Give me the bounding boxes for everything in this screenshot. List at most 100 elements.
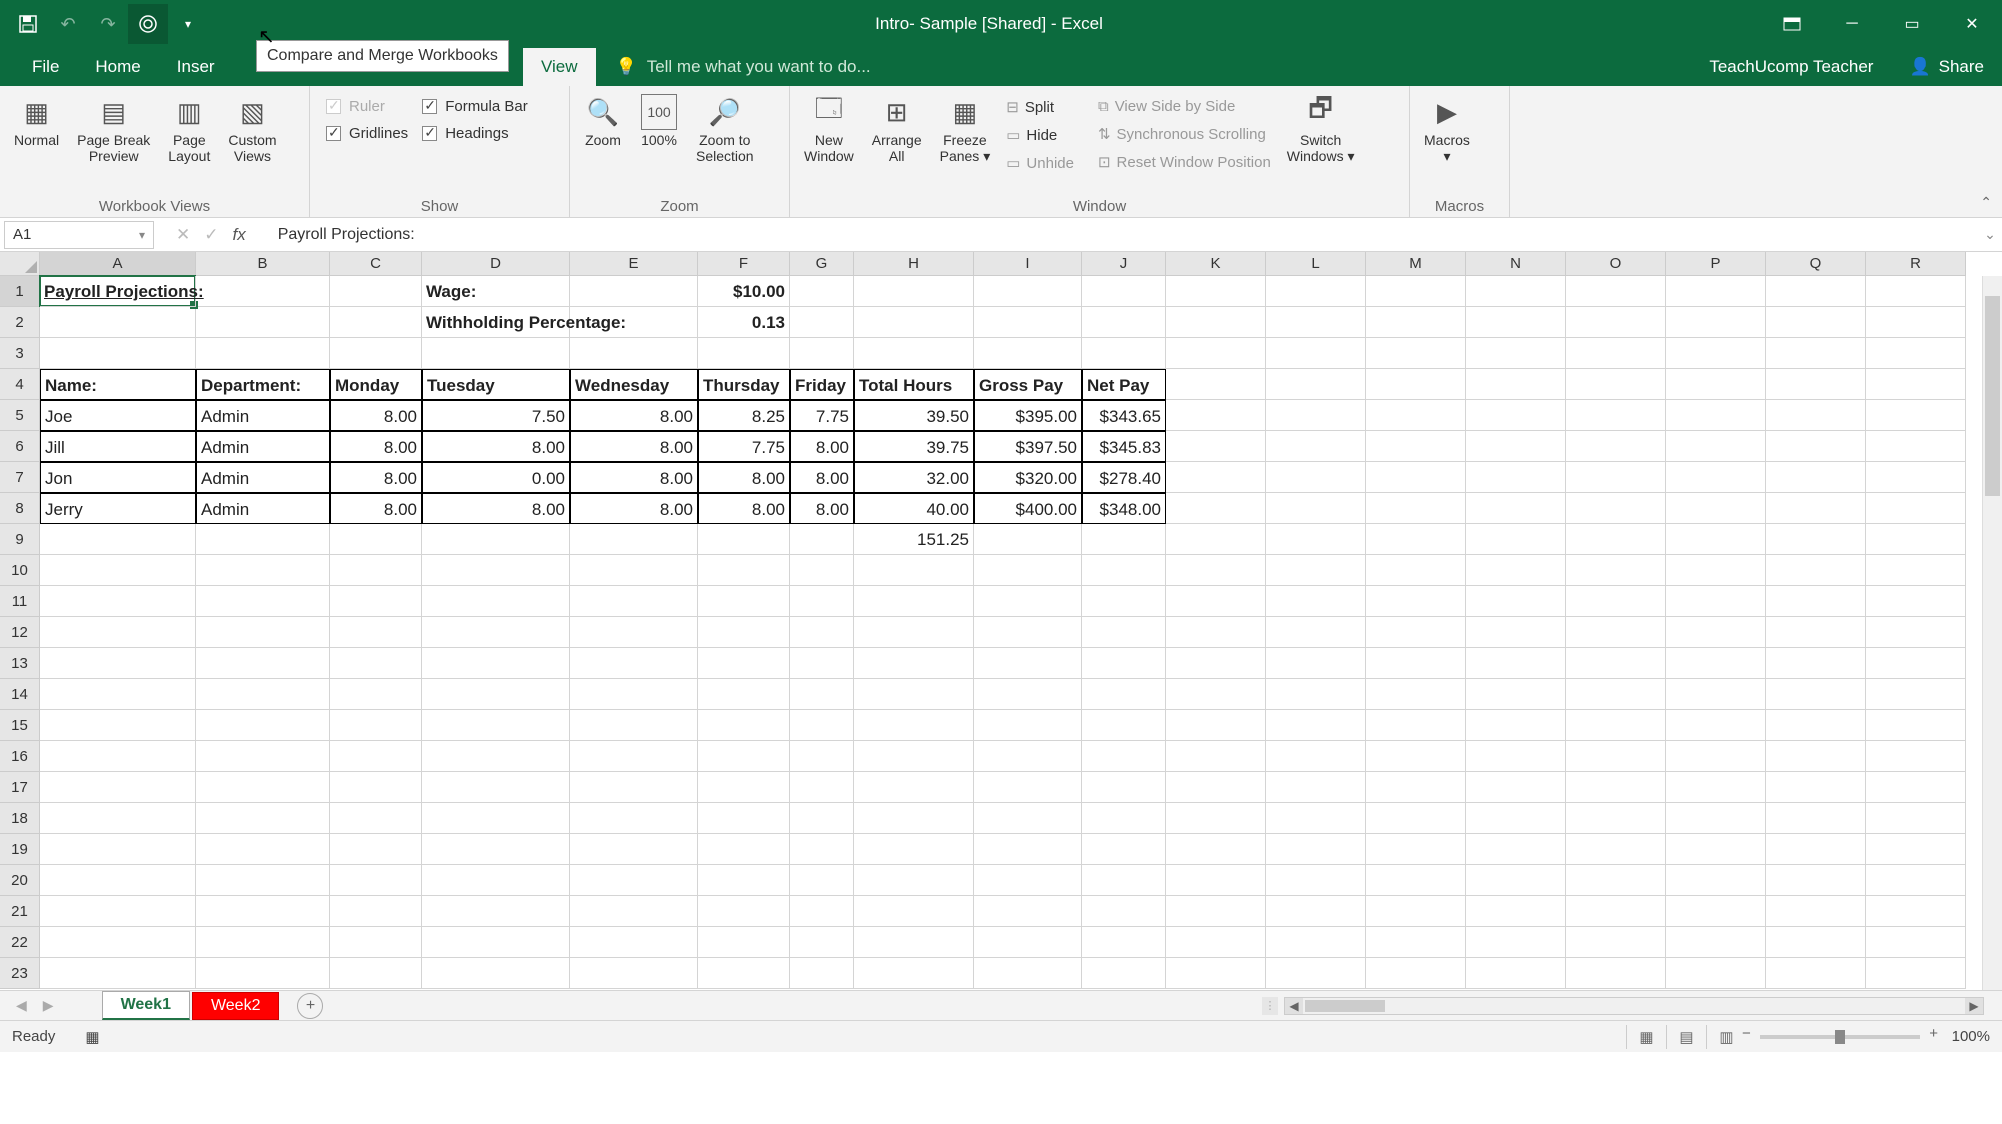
- cell-H17[interactable]: [854, 772, 974, 803]
- cell-K10[interactable]: [1166, 555, 1266, 586]
- cell-C3[interactable]: [330, 338, 422, 369]
- cell-O1[interactable]: [1566, 276, 1666, 307]
- cell-L7[interactable]: [1266, 462, 1366, 493]
- cell-D22[interactable]: [422, 927, 570, 958]
- cell-G11[interactable]: [790, 586, 854, 617]
- cell-P17[interactable]: [1666, 772, 1766, 803]
- cell-B8[interactable]: Admin: [196, 493, 330, 524]
- cell-N16[interactable]: [1466, 741, 1566, 772]
- cell-J4[interactable]: Net Pay: [1082, 369, 1166, 400]
- cell-I10[interactable]: [974, 555, 1082, 586]
- cell-F6[interactable]: 7.75: [698, 431, 790, 462]
- cell-E1[interactable]: [570, 276, 698, 307]
- row-header-1[interactable]: 1: [0, 276, 40, 307]
- cell-M6[interactable]: [1366, 431, 1466, 462]
- formula-input[interactable]: Payroll Projections:: [268, 226, 1978, 244]
- cell-G3[interactable]: [790, 338, 854, 369]
- cell-D10[interactable]: [422, 555, 570, 586]
- name-box[interactable]: A1▾: [4, 221, 154, 249]
- cell-D18[interactable]: [422, 803, 570, 834]
- cell-E8[interactable]: 8.00: [570, 493, 698, 524]
- cell-I14[interactable]: [974, 679, 1082, 710]
- cell-P11[interactable]: [1666, 586, 1766, 617]
- compare-merge-icon[interactable]: [128, 4, 168, 44]
- cell-E6[interactable]: 8.00: [570, 431, 698, 462]
- cell-K23[interactable]: [1166, 958, 1266, 989]
- cell-R14[interactable]: [1866, 679, 1966, 710]
- cell-H22[interactable]: [854, 927, 974, 958]
- cell-G20[interactable]: [790, 865, 854, 896]
- zoom-percent[interactable]: 100%: [1934, 1028, 1990, 1045]
- cell-G13[interactable]: [790, 648, 854, 679]
- cell-C12[interactable]: [330, 617, 422, 648]
- cell-Q12[interactable]: [1766, 617, 1866, 648]
- cell-M10[interactable]: [1366, 555, 1466, 586]
- cell-F4[interactable]: Thursday: [698, 369, 790, 400]
- cell-C9[interactable]: [330, 524, 422, 555]
- cell-L11[interactable]: [1266, 586, 1366, 617]
- cell-Q3[interactable]: [1766, 338, 1866, 369]
- cell-O10[interactable]: [1566, 555, 1666, 586]
- cell-E3[interactable]: [570, 338, 698, 369]
- cell-R10[interactable]: [1866, 555, 1966, 586]
- cell-I12[interactable]: [974, 617, 1082, 648]
- pagebreak-icon-status[interactable]: ▥: [1706, 1025, 1746, 1049]
- cell-C11[interactable]: [330, 586, 422, 617]
- split-button[interactable]: ⊟Split: [1002, 96, 1078, 118]
- cell-K15[interactable]: [1166, 710, 1266, 741]
- cell-G15[interactable]: [790, 710, 854, 741]
- cell-E11[interactable]: [570, 586, 698, 617]
- cell-J23[interactable]: [1082, 958, 1166, 989]
- column-header-I[interactable]: I: [974, 252, 1082, 276]
- cell-I9[interactable]: [974, 524, 1082, 555]
- cell-P4[interactable]: [1666, 369, 1766, 400]
- cell-E9[interactable]: [570, 524, 698, 555]
- close-icon[interactable]: ✕: [1942, 4, 2002, 44]
- cell-Q5[interactable]: [1766, 400, 1866, 431]
- cell-R8[interactable]: [1866, 493, 1966, 524]
- cell-O20[interactable]: [1566, 865, 1666, 896]
- cell-H11[interactable]: [854, 586, 974, 617]
- cell-F20[interactable]: [698, 865, 790, 896]
- cell-J10[interactable]: [1082, 555, 1166, 586]
- cell-K4[interactable]: [1166, 369, 1266, 400]
- cell-H2[interactable]: [854, 307, 974, 338]
- cell-M8[interactable]: [1366, 493, 1466, 524]
- cell-A21[interactable]: [40, 896, 196, 927]
- cell-N6[interactable]: [1466, 431, 1566, 462]
- cell-L9[interactable]: [1266, 524, 1366, 555]
- tellme-search[interactable]: 💡 Tell me what you want to do...: [596, 48, 871, 86]
- cell-H10[interactable]: [854, 555, 974, 586]
- cell-M15[interactable]: [1366, 710, 1466, 741]
- zoom-slider[interactable]: [1760, 1035, 1920, 1039]
- cell-G7[interactable]: 8.00: [790, 462, 854, 493]
- cell-Q7[interactable]: [1766, 462, 1866, 493]
- cell-G16[interactable]: [790, 741, 854, 772]
- formulabar-checkbox[interactable]: Formula Bar: [422, 98, 528, 115]
- cell-H21[interactable]: [854, 896, 974, 927]
- cell-O5[interactable]: [1566, 400, 1666, 431]
- maximize-icon[interactable]: ▭: [1882, 4, 1942, 44]
- cell-N13[interactable]: [1466, 648, 1566, 679]
- cell-K6[interactable]: [1166, 431, 1266, 462]
- cell-B4[interactable]: Department:: [196, 369, 330, 400]
- cell-P12[interactable]: [1666, 617, 1766, 648]
- cell-A17[interactable]: [40, 772, 196, 803]
- cell-H4[interactable]: Total Hours: [854, 369, 974, 400]
- column-header-F[interactable]: F: [698, 252, 790, 276]
- cell-E19[interactable]: [570, 834, 698, 865]
- cell-A3[interactable]: [40, 338, 196, 369]
- sheet-tab-week1[interactable]: Week1: [102, 991, 190, 1020]
- cell-P13[interactable]: [1666, 648, 1766, 679]
- cell-I22[interactable]: [974, 927, 1082, 958]
- cell-P10[interactable]: [1666, 555, 1766, 586]
- cell-J21[interactable]: [1082, 896, 1166, 927]
- hscroll-right-icon[interactable]: ▶: [1965, 998, 1983, 1014]
- cell-I19[interactable]: [974, 834, 1082, 865]
- cell-H16[interactable]: [854, 741, 974, 772]
- horizontal-scrollbar[interactable]: ◀ ▶: [1284, 997, 1984, 1015]
- cell-K22[interactable]: [1166, 927, 1266, 958]
- cell-C7[interactable]: 8.00: [330, 462, 422, 493]
- cell-M16[interactable]: [1366, 741, 1466, 772]
- cell-I4[interactable]: Gross Pay: [974, 369, 1082, 400]
